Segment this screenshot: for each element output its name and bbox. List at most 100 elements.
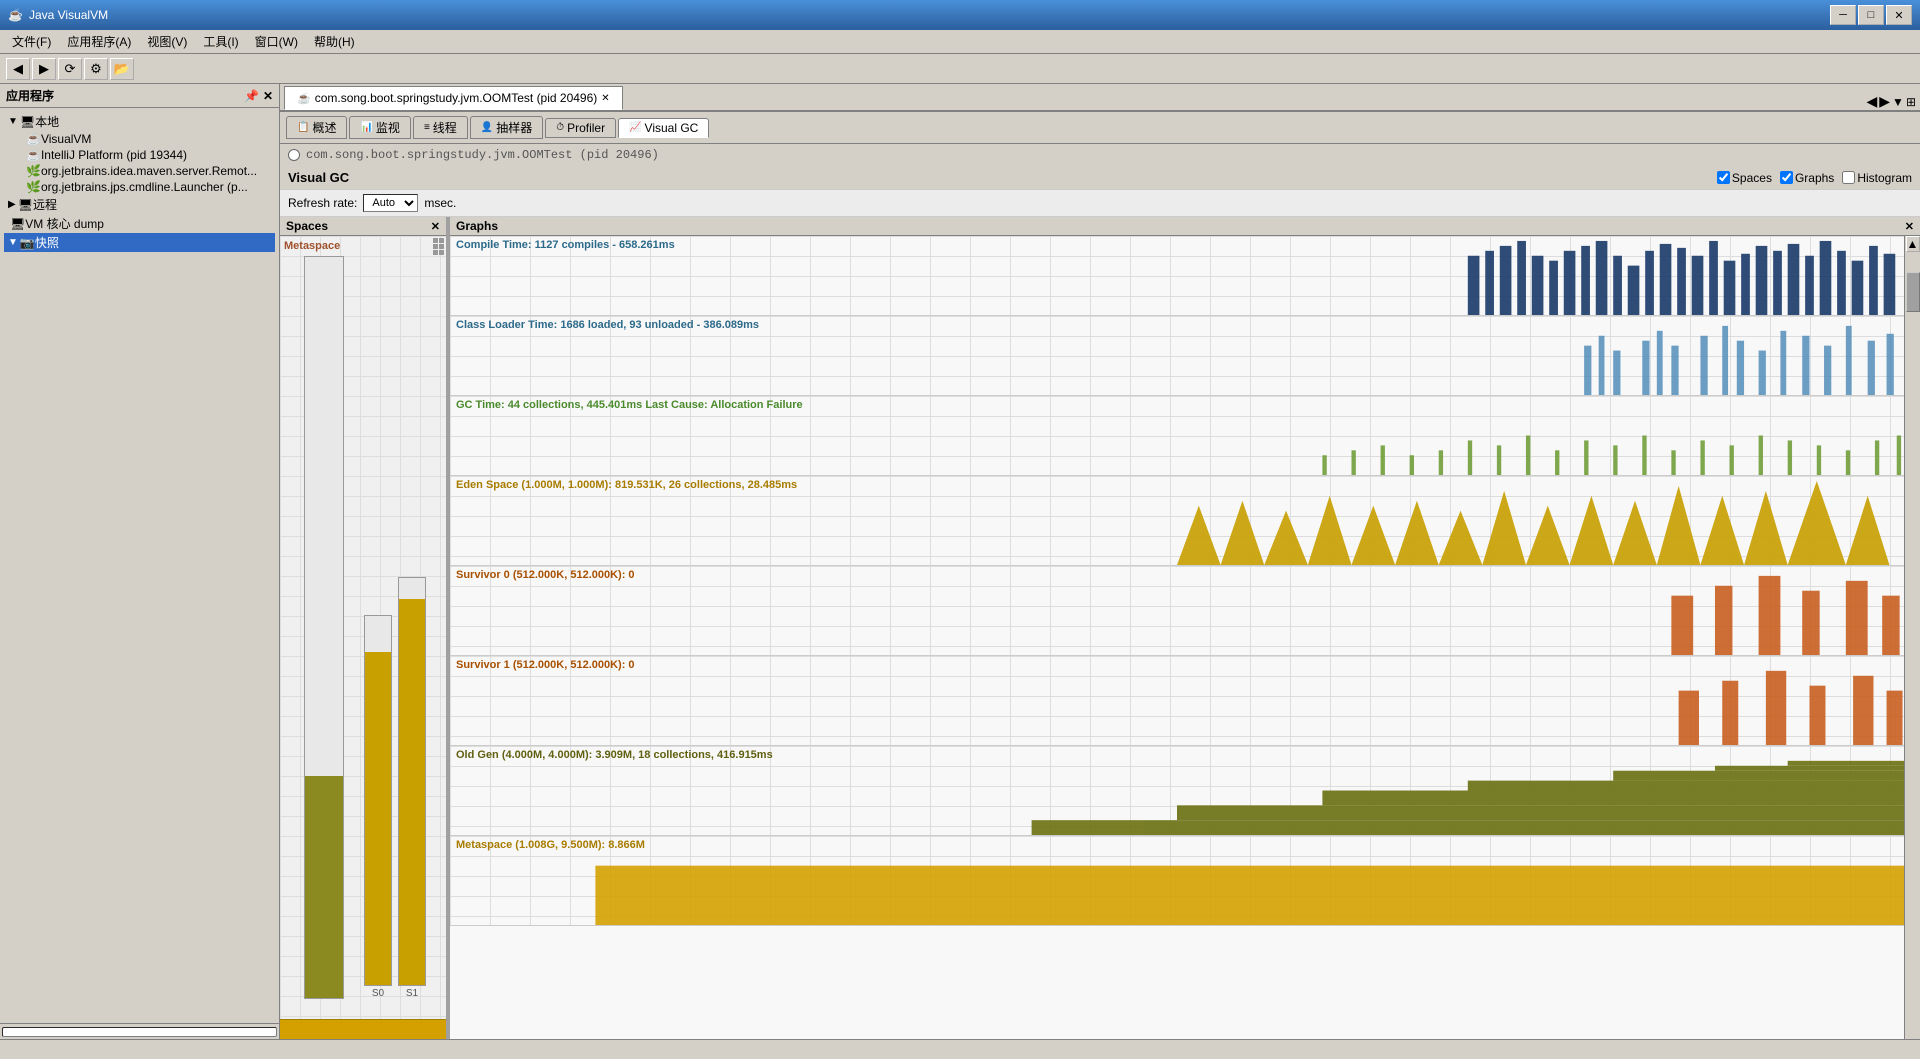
sidebar-pin-icon[interactable]: 📌 <box>244 89 259 103</box>
refresh-label: Refresh rate: <box>288 196 357 210</box>
tab-overview[interactable]: 📋 概述 <box>286 116 347 139</box>
graph-area-3: GC Time: 44 collections, 445.401ms Last … <box>450 396 1904 475</box>
graph-row-metaspace: Metaspace (1.008G, 9.500M): 8.866M <box>450 836 1904 926</box>
scrollbar-track[interactable] <box>2 1027 277 1037</box>
intellij-icon: ☕ <box>26 148 41 162</box>
graph-area-6: Survivor 1 (512.000K, 512.000K): 0 <box>450 656 1904 745</box>
menu-bar: 文件(F) 应用程序(A) 视图(V) 工具(I) 窗口(W) 帮助(H) <box>0 30 1920 54</box>
minimize-button[interactable]: ─ <box>1830 5 1856 25</box>
tree-item-vm-dump[interactable]: 🖥 VM 核心 dump <box>4 214 275 233</box>
spaces-dots <box>431 236 446 257</box>
remote-label: 远程 <box>33 196 57 213</box>
graphs-content: Compile Time: 1127 compiles - 658.261ms <box>450 236 1904 1039</box>
jps-icon: 🌿 <box>26 180 41 194</box>
tree-item-jps[interactable]: 🌿 org.jetbrains.jps.cmdline.Launcher (p.… <box>20 179 275 195</box>
tab-prev-button[interactable]: ◀ <box>1866 93 1877 110</box>
metaspace-bar-wrapper <box>290 256 358 999</box>
vm-dump-icon: 🖥 <box>10 217 25 231</box>
spaces-panel-close[interactable]: ✕ <box>431 220 440 233</box>
tab-next-button[interactable]: ▶ <box>1879 93 1890 110</box>
graph-row-eden: Eden Space (1.000M, 1.000M): 819.531K, 2… <box>450 476 1904 566</box>
maximize-button[interactable]: □ <box>1858 5 1884 25</box>
tab-monitor[interactable]: 📊 监视 <box>349 116 410 139</box>
scrollbar-thumb[interactable] <box>1906 272 1920 312</box>
old-gen-label: Old Gen (4.000M, 4.000M): 3.909M, 18 col… <box>456 749 773 761</box>
spaces-check-input[interactable] <box>1717 171 1730 184</box>
radio-button[interactable] <box>288 149 300 161</box>
toolbar-btn-5[interactable]: 📂 <box>110 58 134 80</box>
menu-window[interactable]: 窗口(W) <box>247 31 306 52</box>
tree-item-intellij[interactable]: ☕ IntelliJ Platform (pid 19344) <box>20 147 275 163</box>
tab-label: com.song.boot.springstudy.jvm.OOMTest (p… <box>315 91 598 105</box>
maven-label: org.jetbrains.idea.maven.server.Remot... <box>41 164 257 178</box>
tree-item-remote[interactable]: ▶ 🖥 远程 <box>4 195 275 214</box>
graphs-check-input[interactable] <box>1780 171 1793 184</box>
space-bars-container: S0 S1 <box>290 256 426 999</box>
graph-area-5: Survivor 0 (512.000K, 512.000K): 0 <box>450 566 1904 655</box>
menu-app[interactable]: 应用程序(A) <box>59 31 139 52</box>
tab-menu-button[interactable]: ▼ <box>1892 95 1904 109</box>
main-tab[interactable]: ☕ com.song.boot.springstudy.jvm.OOMTest … <box>284 86 623 110</box>
remote-icon: 🖥 <box>18 198 33 212</box>
graph-row-compile-time: Compile Time: 1127 compiles - 658.261ms <box>450 236 1904 316</box>
graphs-panel-title: Graphs <box>456 219 498 233</box>
local-icon: 🖥 <box>20 115 35 129</box>
window-controls: ─ □ ✕ <box>1830 5 1912 25</box>
toolbar-btn-2[interactable]: ▶ <box>32 58 56 80</box>
toolbar-btn-4[interactable]: ⚙ <box>84 58 108 80</box>
sampler-icon: 👤 <box>481 122 493 133</box>
survivor1-label: Survivor 1 (512.000K, 512.000K): 0 <box>456 659 635 671</box>
spaces-panel-header: Spaces ✕ <box>280 217 446 236</box>
tree-item-visualvm[interactable]: ☕ VisualVM <box>20 131 275 147</box>
gc-time-label: GC Time: 44 collections, 445.401ms Last … <box>456 399 803 411</box>
tree-item-maven[interactable]: 🌿 org.jetbrains.idea.maven.server.Remot.… <box>20 163 275 179</box>
toolbar: ◀ ▶ ⟳ ⚙ 📂 <box>0 54 1920 84</box>
sidebar-header: 应用程序 📌 ✕ <box>0 84 279 108</box>
s0-bar-wrapper: S0 <box>364 256 392 999</box>
menu-help[interactable]: 帮助(H) <box>306 31 363 52</box>
tree-item-local[interactable]: ▼ 🖥 本地 <box>4 112 275 131</box>
main-layout: 应用程序 📌 ✕ ▼ 🖥 本地 ☕ VisualVM ☕ IntelliJ Pl… <box>0 84 1920 1039</box>
main-tab-bar: ☕ com.song.boot.springstudy.jvm.OOMTest … <box>280 84 1920 112</box>
toolbar-btn-3[interactable]: ⟳ <box>58 58 82 80</box>
graphs-panel-close[interactable]: ✕ <box>1905 220 1914 233</box>
close-button[interactable]: ✕ <box>1886 5 1912 25</box>
tab-threads[interactable]: ≡ 线程 <box>413 116 468 139</box>
menu-tools[interactable]: 工具(I) <box>195 31 246 52</box>
visual-gc-header: Visual GC Spaces Graphs Histogram <box>280 166 1920 190</box>
refresh-select[interactable]: Auto 100 200 500 1000 <box>363 194 418 212</box>
tab-visual-gc[interactable]: 📈 Visual GC <box>618 118 709 138</box>
tree-item-snapshot[interactable]: ▼ 📷 快照 <box>4 233 275 252</box>
intellij-label: IntelliJ Platform (pid 19344) <box>41 148 187 162</box>
local-label: 本地 <box>35 113 59 130</box>
title-bar: ☕ Java VisualVM ─ □ ✕ <box>0 0 1920 30</box>
scroll-up-button[interactable]: ▲ <box>1906 236 1920 252</box>
histogram-check-input[interactable] <box>1842 171 1855 184</box>
graph-area-1: Compile Time: 1127 compiles - 658.261ms <box>450 236 1904 315</box>
graph-row-s1: Survivor 1 (512.000K, 512.000K): 0 <box>450 656 1904 746</box>
overview-icon: 📋 <box>297 122 309 133</box>
metaspace-graph-label: Metaspace (1.008G, 9.500M): 8.866M <box>456 839 645 851</box>
spaces-checkbox[interactable]: Spaces <box>1717 171 1772 185</box>
graphs-checkbox[interactable]: Graphs <box>1780 171 1834 185</box>
menu-view[interactable]: 视图(V) <box>139 31 195 52</box>
snapshot-label: 快照 <box>35 234 59 251</box>
sidebar-scrollbar[interactable] <box>0 1023 279 1039</box>
graph-row-s0: Survivor 0 (512.000K, 512.000K): 0 <box>450 566 1904 656</box>
menu-file[interactable]: 文件(F) <box>4 31 59 52</box>
sidebar-content: ▼ 🖥 本地 ☕ VisualVM ☕ IntelliJ Platform (p… <box>0 108 279 1023</box>
spaces-content: Metaspace <box>280 236 446 1039</box>
toolbar-btn-1[interactable]: ◀ <box>6 58 30 80</box>
s1-fill <box>399 599 425 985</box>
refresh-unit: msec. <box>424 196 456 210</box>
tab-more-button[interactable]: ⊞ <box>1906 95 1916 109</box>
tab-close-button[interactable]: ✕ <box>601 93 609 104</box>
sidebar-close-icon[interactable]: ✕ <box>263 89 273 103</box>
tab-profiler[interactable]: ⏱ Profiler <box>545 118 616 138</box>
vertical-scrollbar[interactable]: ▲ <box>1904 236 1920 1039</box>
histogram-checkbox[interactable]: Histogram <box>1842 171 1912 185</box>
tab-overview-label: 概述 <box>312 119 336 136</box>
survivor0-graph <box>450 566 1904 655</box>
tab-sampler[interactable]: 👤 抽样器 <box>470 116 543 139</box>
metaspace-bottom-bar <box>280 1019 446 1039</box>
